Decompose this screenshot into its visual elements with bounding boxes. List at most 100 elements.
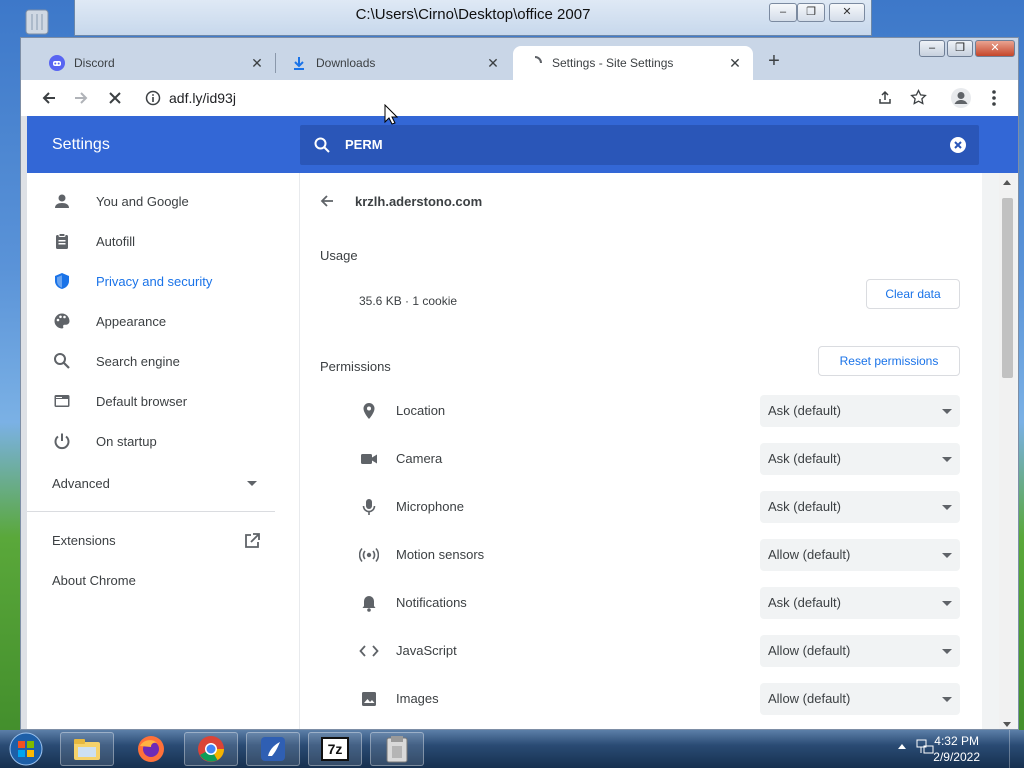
back-button[interactable] <box>318 192 338 212</box>
close-button[interactable]: ✕ <box>829 3 865 22</box>
avatar-icon <box>951 88 971 108</box>
taskbar-firefox[interactable] <box>124 732 178 766</box>
taskbar: 7z 4:32 PM 2/9/2022 <box>0 730 1024 768</box>
minimize-button[interactable]: – <box>769 3 797 22</box>
page-scrollbar[interactable] <box>999 173 1016 729</box>
taskbar-7zip[interactable]: 7z <box>308 732 362 766</box>
permission-select[interactable]: Ask (default) <box>760 491 960 523</box>
start-button[interactable] <box>6 730 46 768</box>
scroll-down-icon[interactable] <box>1003 722 1011 727</box>
download-icon <box>291 55 307 71</box>
back-arrow-icon <box>42 92 55 104</box>
sidebar-item-label: Default browser <box>96 393 188 409</box>
taskbar-app[interactable] <box>246 732 300 766</box>
permission-select[interactable]: Ask (default) <box>760 587 960 619</box>
tab-strip: Discord ✕ Downloads ✕ Settings - Site Se… <box>21 38 1018 80</box>
sidebar-item-privacy-and-security[interactable]: Privacy and security <box>27 261 299 301</box>
chrome-window: Discord ✕ Downloads ✕ Settings - Site Se… <box>20 37 1019 730</box>
advanced-toggle[interactable]: Advanced <box>27 463 275 503</box>
new-tab-button[interactable]: + <box>763 50 785 72</box>
browser-toolbar: adf.ly/id93j <box>21 80 1018 116</box>
stop-button[interactable] <box>103 86 127 110</box>
address-bar[interactable]: adf.ly/id93j <box>135 84 961 112</box>
permission-row-motion-sensors: Motion sensors Allow (default) <box>300 531 982 579</box>
window-title: C:\Users\Cirno\Desktop\office 2007 <box>355 6 591 23</box>
taskbar-chrome[interactable] <box>184 732 238 766</box>
clear-search-icon[interactable] <box>949 136 967 157</box>
scrollbar-thumb[interactable] <box>1002 198 1013 378</box>
restore-button[interactable]: ❐ <box>797 3 825 22</box>
permission-row-notifications: Notifications Ask (default) <box>300 579 982 627</box>
permission-select[interactable]: Ask (default) <box>760 395 960 427</box>
close-tab-icon[interactable]: ✕ <box>485 55 501 71</box>
minimize-button[interactable]: – <box>919 40 945 57</box>
select-value: Ask (default) <box>768 403 841 418</box>
chevron-down-icon <box>247 481 257 486</box>
sidebar-item-label: Search engine <box>96 353 180 369</box>
close-tab-icon[interactable]: ✕ <box>727 55 743 71</box>
open-in-new-icon <box>243 532 261 553</box>
permission-select[interactable]: Allow (default) <box>760 635 960 667</box>
sidebar-item-about-chrome[interactable]: About Chrome <box>27 561 275 601</box>
menu-button[interactable] <box>982 86 1006 110</box>
restore-button[interactable]: ❐ <box>947 40 973 57</box>
search-icon <box>314 137 330 156</box>
taskbar-archive[interactable] <box>370 732 424 766</box>
sidebar-item-default-browser[interactable]: Default browser <box>27 381 299 421</box>
search-input[interactable]: PERM <box>345 137 383 152</box>
close-button[interactable]: ✕ <box>975 40 1015 57</box>
about-chrome-label: About Chrome <box>52 573 136 588</box>
clock[interactable]: 4:32 PM 2/9/2022 <box>933 733 980 765</box>
sidebar-item-autofill[interactable]: Autofill <box>27 221 299 261</box>
permission-select[interactable]: Ask (default) <box>760 443 960 475</box>
info-icon[interactable] <box>145 90 161 106</box>
close-tab-icon[interactable]: ✕ <box>249 55 265 71</box>
clock-time: 4:32 PM <box>934 734 979 748</box>
bell-icon <box>358 592 380 614</box>
sidebar-item-you-and-google[interactable]: You and Google <box>27 181 299 221</box>
reset-permissions-button[interactable]: Reset permissions <box>818 346 960 376</box>
taskbar-explorer[interactable] <box>60 732 114 766</box>
settings-search[interactable]: PERM <box>300 125 979 165</box>
dropdown-arrow-icon <box>942 601 952 606</box>
sidebar-item-search-engine[interactable]: Search engine <box>27 341 299 381</box>
site-origin: krzlh.aderstono.com <box>355 194 483 209</box>
clear-data-button[interactable]: Clear data <box>866 279 960 309</box>
permission-select[interactable]: Allow (default) <box>760 683 960 715</box>
show-desktop-button[interactable] <box>1009 730 1024 768</box>
permission-label: Location <box>396 403 446 418</box>
network-icon[interactable] <box>916 738 934 759</box>
recycle-bin-icon[interactable] <box>20 6 54 36</box>
url-text: adf.ly/id93j <box>169 90 236 106</box>
background-explorer-window[interactable]: C:\Users\Cirno\Desktop\office 2007 – ❐ ✕ <box>74 0 872 36</box>
system-tray: 4:32 PM 2/9/2022 <box>894 730 1024 768</box>
permission-label: Motion sensors <box>396 547 485 562</box>
power-icon <box>52 431 72 451</box>
permission-label: JavaScript <box>396 643 457 658</box>
tab-downloads[interactable]: Downloads ✕ <box>277 46 511 80</box>
show-hidden-icons[interactable] <box>898 744 906 749</box>
stop-icon <box>109 92 121 104</box>
bookmark-star-icon[interactable] <box>910 88 927 109</box>
permission-select[interactable]: Allow (default) <box>760 539 960 571</box>
share-icon[interactable] <box>877 90 893 109</box>
profile-button[interactable] <box>949 86 973 110</box>
sidebar-item-extensions[interactable]: Extensions <box>27 521 275 561</box>
shield-icon <box>52 271 72 291</box>
sidebar-item-on-startup[interactable]: On startup <box>27 421 299 461</box>
more-vert-icon <box>992 90 996 106</box>
permission-row-javascript: JavaScript Allow (default) <box>300 627 982 675</box>
tab-discord[interactable]: Discord ✕ <box>35 46 275 80</box>
settings-sidebar: You and Google Autofill Privacy and secu… <box>27 173 299 729</box>
forward-button[interactable] <box>69 86 93 110</box>
discord-icon <box>49 55 65 71</box>
dropdown-arrow-icon <box>942 553 952 558</box>
camera-icon <box>358 448 380 470</box>
forward-arrow-icon <box>75 92 88 104</box>
motion-sensors-icon <box>358 544 380 566</box>
back-button[interactable] <box>37 86 61 110</box>
sidebar-item-appearance[interactable]: Appearance <box>27 301 299 341</box>
palette-icon <box>52 311 72 331</box>
scroll-up-icon[interactable] <box>1003 180 1011 185</box>
tab-settings[interactable]: Settings - Site Settings ✕ <box>513 46 753 80</box>
